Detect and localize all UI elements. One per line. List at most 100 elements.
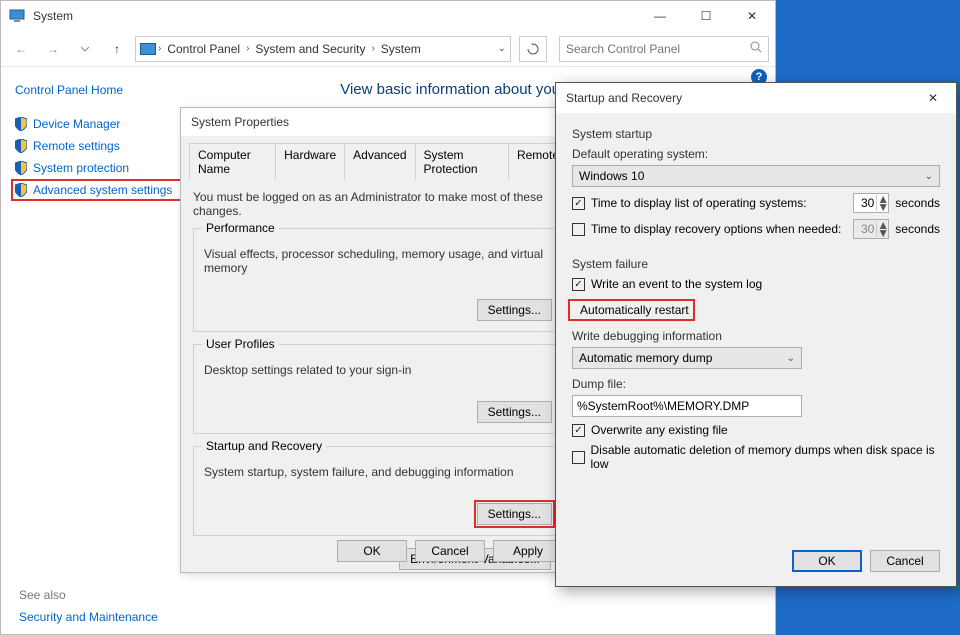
window-title: System (33, 9, 73, 23)
apply-button[interactable]: Apply (493, 540, 563, 562)
search-input[interactable] (559, 36, 769, 62)
dialog-titlebar: System Properties (181, 108, 575, 136)
overwrite-checkbox[interactable] (572, 424, 585, 437)
chevron-down-icon: ⌄ (925, 171, 933, 182)
system-startup-section: System startup Default operating system:… (572, 127, 940, 239)
monitor-icon (140, 43, 156, 55)
system-failure-section: System failure Write an event to the sys… (572, 257, 940, 471)
group-legend: User Profiles (202, 337, 279, 351)
spinner-buttons: ▲▼ (876, 221, 888, 237)
group-legend: Performance (202, 221, 279, 235)
link-label: Remote settings (33, 139, 120, 153)
dump-file-value: %SystemRoot%\MEMORY.DMP (577, 399, 749, 413)
display-os-list-checkbox[interactable] (572, 197, 585, 210)
display-recovery-checkbox[interactable] (572, 223, 585, 236)
search-field[interactable] (566, 42, 750, 56)
overwrite-label: Overwrite any existing file (591, 423, 728, 437)
auto-restart-row: Automatically restart (568, 299, 695, 321)
startup-recovery-dialog: Startup and Recovery ✕ System startup De… (555, 82, 957, 587)
shield-icon (15, 117, 27, 131)
remote-settings-link[interactable]: Remote settings (15, 135, 183, 157)
startup-recovery-settings-button[interactable]: Settings... (477, 503, 552, 525)
ok-button[interactable]: OK (337, 540, 407, 562)
tab-system-protection[interactable]: System Protection (415, 143, 509, 180)
group-desc: Desktop settings related to your sign-in (204, 363, 552, 377)
breadcrumb-item[interactable]: System and Security (251, 42, 369, 56)
dialog-title: Startup and Recovery (566, 91, 682, 105)
chevron-right-icon: › (158, 43, 161, 54)
display-os-list-label: Time to display list of operating system… (591, 196, 847, 210)
up-button[interactable]: ↑ (103, 35, 131, 63)
disable-delete-checkbox[interactable] (572, 451, 585, 464)
cancel-button[interactable]: Cancel (870, 550, 940, 572)
dropdown-value: Automatic memory dump (579, 351, 712, 365)
spinner-value[interactable] (854, 196, 876, 210)
chevron-right-icon: › (246, 43, 249, 54)
section-title: System failure (572, 257, 940, 271)
tab-strip: Computer Name Hardware Advanced System P… (189, 142, 567, 180)
dialog-footer: OK Cancel Apply (337, 540, 563, 562)
forward-button[interactable]: → (39, 35, 67, 63)
ok-button[interactable]: OK (792, 550, 862, 572)
dialog-title: System Properties (191, 115, 289, 129)
chevron-down-icon[interactable]: ⌄ (498, 43, 506, 54)
performance-settings-button[interactable]: Settings... (477, 299, 552, 321)
chevron-down-icon: ⌄ (787, 353, 795, 364)
group-desc: Visual effects, processor scheduling, me… (204, 247, 552, 275)
tab-body: You must be logged on as an Administrato… (181, 180, 575, 580)
tab-computer-name[interactable]: Computer Name (189, 143, 276, 180)
disable-delete-label: Disable automatic deletion of memory dum… (591, 443, 940, 471)
close-button[interactable]: ✕ (910, 83, 956, 113)
recent-dropdown-icon[interactable] (71, 35, 99, 63)
dropdown-value: Windows 10 (579, 169, 644, 183)
display-recovery-seconds-spinner: ▲▼ (853, 219, 889, 239)
minimize-button[interactable]: — (637, 1, 683, 31)
system-properties-dialog: System Properties Computer Name Hardware… (180, 107, 576, 573)
breadcrumb[interactable]: › Control Panel › System and Security › … (135, 36, 511, 62)
seconds-label: seconds (895, 222, 940, 236)
nav-toolbar: ← → ↑ › Control Panel › System and Secur… (1, 31, 775, 67)
section-title: System startup (572, 127, 940, 141)
chevron-right-icon: › (371, 43, 374, 54)
search-icon (750, 41, 762, 56)
admin-intro-text: You must be logged on as an Administrato… (193, 190, 563, 218)
link-label: Device Manager (33, 117, 120, 131)
spinner-buttons[interactable]: ▲▼ (876, 195, 888, 211)
link-label: System protection (33, 161, 129, 175)
titlebar: System — ☐ ✕ (1, 1, 775, 31)
default-os-dropdown[interactable]: Windows 10 ⌄ (572, 165, 940, 187)
breadcrumb-item[interactable]: System (377, 42, 425, 56)
control-panel-home-link[interactable]: Control Panel Home (15, 83, 183, 97)
group-legend: Startup and Recovery (202, 439, 326, 453)
advanced-system-settings-link[interactable]: Advanced system settings (11, 179, 183, 201)
left-nav: Control Panel Home Device Manager Remote… (1, 67, 197, 634)
user-profiles-settings-button[interactable]: Settings... (477, 401, 552, 423)
default-os-label: Default operating system: (572, 147, 940, 161)
computer-icon (9, 8, 25, 24)
cancel-button[interactable]: Cancel (415, 540, 485, 562)
seconds-label: seconds (895, 196, 940, 210)
display-os-seconds-spinner[interactable]: ▲▼ (853, 193, 889, 213)
see-also-label: See also (19, 588, 66, 602)
maximize-button[interactable]: ☐ (683, 1, 729, 31)
write-event-checkbox[interactable] (572, 278, 585, 291)
breadcrumb-item[interactable]: Control Panel (163, 42, 244, 56)
write-dbg-dropdown[interactable]: Automatic memory dump ⌄ (572, 347, 802, 369)
security-maintenance-link[interactable]: Security and Maintenance (19, 610, 158, 624)
dialog-titlebar: Startup and Recovery ✕ (556, 83, 956, 113)
close-button[interactable]: ✕ (729, 1, 775, 31)
system-protection-link[interactable]: System protection (15, 157, 183, 179)
dialog-body: System startup Default operating system:… (556, 113, 956, 503)
back-button[interactable]: ← (7, 35, 35, 63)
tab-hardware[interactable]: Hardware (275, 143, 345, 180)
shield-icon (15, 139, 27, 153)
write-dbg-label: Write debugging information (572, 329, 940, 343)
tab-advanced[interactable]: Advanced (344, 143, 415, 180)
dump-file-field[interactable]: %SystemRoot%\MEMORY.DMP (572, 395, 802, 417)
spinner-value (854, 222, 876, 236)
performance-group: Performance Visual effects, processor sc… (193, 228, 563, 332)
device-manager-link[interactable]: Device Manager (15, 113, 183, 135)
refresh-button[interactable] (519, 36, 547, 62)
dialog-footer: OK Cancel (792, 550, 940, 572)
startup-recovery-group: Startup and Recovery System startup, sys… (193, 446, 563, 536)
